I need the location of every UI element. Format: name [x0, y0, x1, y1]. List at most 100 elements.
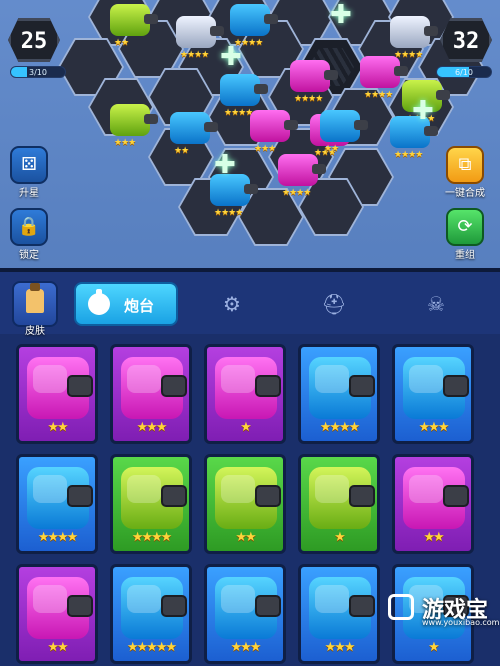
board-turret-stars: ★★★★ — [364, 90, 393, 100]
right-progress-text: 6/10 — [455, 68, 473, 77]
board-turret[interactable] — [390, 16, 438, 48]
left-progress-text: 3/10 — [29, 68, 47, 77]
game-board: ★★ ★★★★ ★★★★ ★★★★ ★★★★ ★★★★ ★★★★ ★★★ ★★★ ★★ ★★★ ★★ ★… — [0, 0, 500, 270]
board-turret[interactable] — [278, 154, 326, 186]
board-turret-stars: ★★★ — [114, 138, 136, 148]
turret-card-stars: ★★★★ — [37, 530, 79, 545]
upgrade-star-button[interactable]: ⚄ — [10, 146, 48, 184]
turret-card[interactable]: ★★★ — [204, 564, 286, 664]
board-turret-stars: ★★★★ — [394, 150, 423, 160]
turret-card-stars: ★★ — [47, 420, 68, 435]
board-turret[interactable] — [290, 60, 338, 92]
board-turret[interactable] — [230, 4, 278, 36]
tab-turret-label: 炮台 — [124, 297, 155, 315]
board-turret[interactable] — [110, 104, 158, 136]
hex-grid: ★★ ★★★★ ★★★★ ★★★★ ★★★★ ★★★★ ★★★★ ★★★ ★★★ ★★ ★★★ ★★ ★… — [0, 0, 500, 270]
board-turret[interactable] — [110, 4, 158, 36]
turret-card[interactable]: ★★★★ — [298, 344, 380, 444]
turret-card[interactable]: ★★ — [16, 344, 98, 444]
monster-icon: ☠ — [427, 292, 445, 316]
board-turret[interactable] — [220, 74, 268, 106]
turret-card[interactable]: ★ — [204, 344, 286, 444]
chip-icon: ⚙ — [223, 292, 241, 316]
tab-monster[interactable]: ☠ — [408, 282, 464, 326]
turret-art-icon — [27, 577, 93, 639]
board-turret-stars: ★★ — [114, 38, 129, 48]
auto-merge-button[interactable]: ⧉ — [446, 146, 484, 184]
turret-art-icon — [215, 467, 281, 529]
turret-card[interactable]: ★★★ — [110, 344, 192, 444]
tab-helmet[interactable]: ⛑ — [306, 282, 362, 326]
turret-icon — [88, 289, 110, 315]
turret-card[interactable]: ★★★★★ — [110, 564, 192, 664]
lock-label: 锁定 — [19, 250, 39, 261]
turret-card[interactable]: ★★★ — [392, 344, 474, 444]
turret-art-icon — [27, 357, 93, 419]
skin-label: 皮肤 — [25, 326, 45, 337]
brush-icon — [26, 283, 44, 313]
board-turret[interactable] — [170, 112, 218, 144]
upgrade-plus-icon: ✚ — [412, 96, 434, 126]
board-turret-stars: ★★★★ — [214, 208, 243, 218]
reset-button[interactable]: ⟳ — [446, 208, 484, 246]
turret-card-stars: ★ — [334, 530, 346, 545]
turret-card[interactable]: ★★★★ — [110, 454, 192, 554]
turret-art-icon — [309, 577, 375, 639]
board-turret-stars: ★★ — [174, 146, 189, 156]
board-turret[interactable] — [250, 110, 298, 142]
turret-card-stars: ★★ — [47, 640, 68, 655]
tab-chip[interactable]: ⚙ — [204, 282, 260, 326]
turret-card[interactable]: ★ — [298, 454, 380, 554]
turret-card-stars: ★★★ — [230, 640, 262, 655]
left-level-badge: 25 — [8, 18, 60, 62]
turret-card-stars: ★★ — [423, 530, 444, 545]
turret-card-stars: ★★★ — [324, 640, 356, 655]
turret-art-icon — [403, 357, 469, 419]
turret-card[interactable]: ★★★★ — [16, 454, 98, 554]
upgrade-plus-icon: ✚ — [330, 0, 352, 30]
turret-art-icon — [215, 577, 281, 639]
turret-card[interactable]: ★★ — [392, 454, 474, 554]
refresh-icon: ⟳ — [457, 216, 473, 237]
board-turret[interactable] — [320, 110, 368, 142]
board-turret-stars: ★★★ — [254, 144, 276, 154]
turret-art-icon — [121, 577, 187, 639]
lock-icon: 🔒 — [17, 216, 41, 237]
turret-card-stars: ★★★★ — [319, 420, 361, 435]
helmet-icon: ⛑ — [321, 292, 347, 316]
turret-card[interactable]: ★★ — [204, 454, 286, 554]
board-turret-stars: ★★★★ — [282, 188, 311, 198]
auto-merge-label: 一键合成 — [445, 188, 485, 199]
turret-card-stars: ★★★ — [136, 420, 168, 435]
right-progress-bar: 6/10 — [436, 66, 492, 78]
turret-art-icon — [121, 357, 187, 419]
turret-card[interactable]: ★★★ — [298, 564, 380, 664]
turret-art-icon — [27, 467, 93, 529]
turret-card-stars: ★★★★★ — [126, 640, 177, 655]
board-turret-stars: ★★★★ — [224, 108, 253, 118]
board-turret-stars: ★★★★ — [180, 50, 209, 60]
turret-card-stars: ★★★ — [418, 420, 450, 435]
turret-card[interactable]: ★★ — [16, 564, 98, 664]
merge-icon: ⧉ — [458, 154, 472, 175]
watermark-url: www.youxibao.com — [422, 618, 500, 627]
turret-card-stars: ★★★★ — [131, 530, 173, 545]
lock-button[interactable]: 🔒 — [10, 208, 48, 246]
dice-icon: ⚄ — [21, 154, 37, 175]
skin-button[interactable] — [12, 281, 58, 327]
turret-art-icon — [309, 357, 375, 419]
board-turret[interactable] — [176, 16, 224, 48]
board-turret[interactable] — [360, 56, 408, 88]
turret-card-stars: ★★ — [235, 530, 256, 545]
watermark: 游戏宝 www.youxibao.com — [388, 590, 499, 630]
watermark-logo-icon — [388, 594, 414, 620]
category-tab-bar: 皮肤 炮台 ⚙ ⛑ ☠ — [0, 272, 500, 337]
right-level-badge: 32 — [440, 18, 492, 62]
left-progress-bar: 3/10 — [10, 66, 66, 78]
upgrade-star-label: 升星 — [19, 188, 39, 199]
turret-card-stars: ★ — [240, 420, 252, 435]
upgrade-plus-icon: ✚ — [220, 42, 242, 72]
board-turret-stars: ★★★★ — [294, 94, 323, 104]
tab-turret[interactable]: 炮台 — [74, 282, 178, 326]
upgrade-plus-icon: ✚ — [214, 150, 236, 180]
